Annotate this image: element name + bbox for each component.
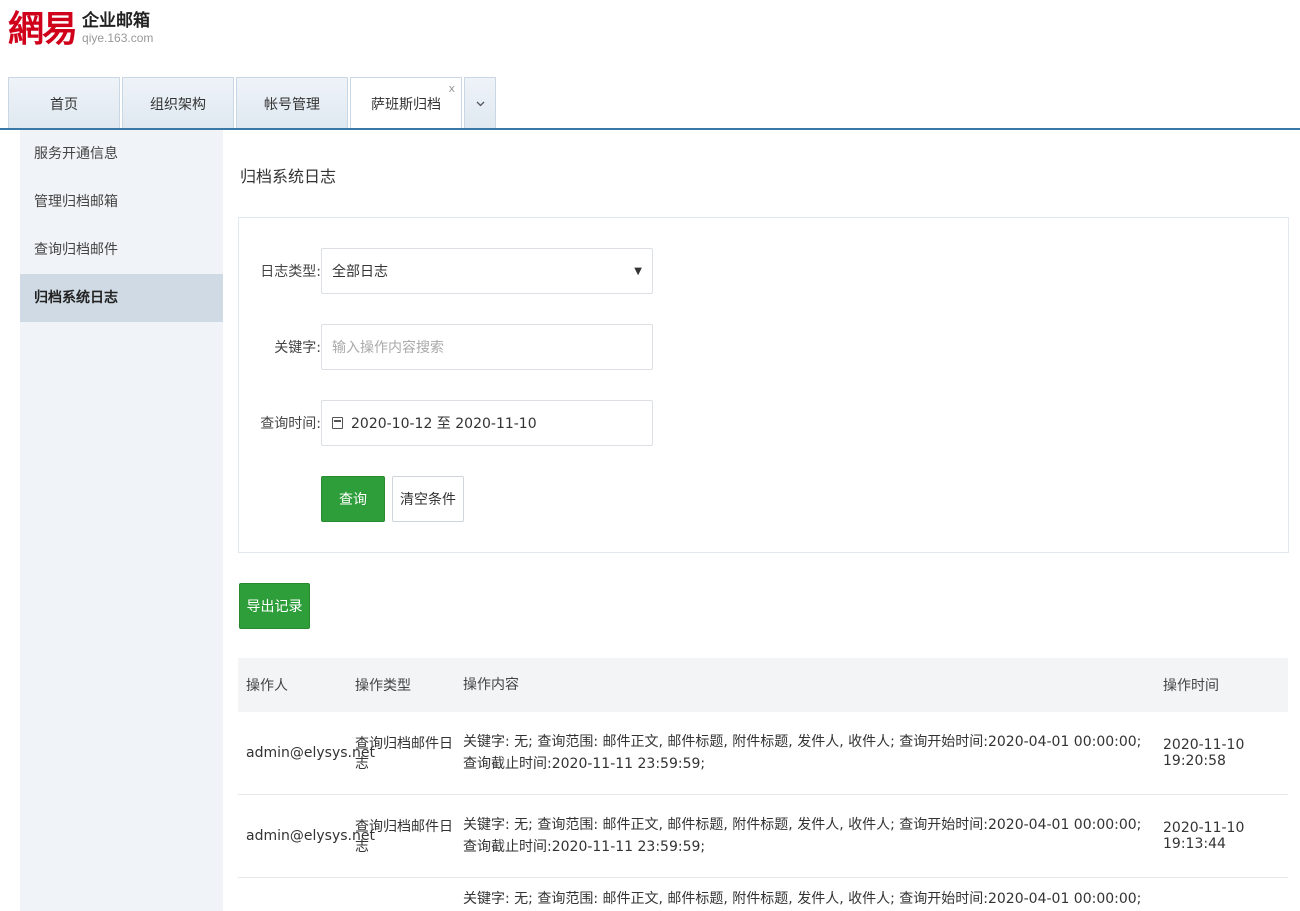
table-row: 关键字: 无; 查询范围: 邮件正文, 邮件标题, 附件标题, 发件人, 收件人… bbox=[238, 878, 1288, 911]
column-header-operator: 操作人 bbox=[246, 678, 288, 694]
date-range-picker[interactable]: 2020-10-12 至 2020-11-10 bbox=[321, 400, 653, 446]
table-row: admin@elysys.net 查询归档邮件日志 关键字: 无; 查询范围: … bbox=[238, 712, 1288, 795]
log-type-label: 日志类型: bbox=[260, 264, 321, 280]
tab-label: 首页 bbox=[50, 96, 78, 113]
column-header-content: 操作内容 bbox=[463, 677, 519, 693]
time-row: 查询时间: 2020-10-12 至 2020-11-10 bbox=[239, 400, 653, 446]
table-row: admin@elysys.net 查询归档邮件日志 关键字: 无; 查询范围: … bbox=[238, 795, 1288, 878]
brand-domain: qiye.163.com bbox=[82, 31, 154, 46]
tab-label: 萨班斯归档 bbox=[371, 97, 441, 113]
export-records-button[interactable]: 导出记录 bbox=[239, 583, 310, 629]
tab-account-management[interactable]: 帐号管理 bbox=[236, 77, 348, 129]
filter-panel: 日志类型: 全部日志 ▼ 关键字: 输入操作内容搜索 查询时间: 2020-10… bbox=[238, 217, 1289, 553]
keyword-input[interactable]: 输入操作内容搜索 bbox=[321, 324, 653, 370]
keyword-label: 关键字: bbox=[274, 340, 321, 356]
log-type-row: 日志类型: 全部日志 ▼ bbox=[239, 248, 653, 294]
filter-actions: 查询 清空条件 bbox=[321, 476, 464, 522]
table-header: 操作人 操作类型 操作内容 操作时间 bbox=[238, 658, 1288, 712]
cell-time: 2020-11-10 19:20:58 bbox=[1163, 737, 1245, 769]
keyword-placeholder: 输入操作内容搜索 bbox=[332, 340, 444, 356]
brand-logo[interactable]: 網易 企业邮箱 qiye.163.com bbox=[8, 4, 153, 54]
close-icon[interactable]: x bbox=[448, 82, 455, 95]
sidebar-item-archive-system-log[interactable]: 归档系统日志 bbox=[20, 274, 223, 322]
tab-more-button[interactable] bbox=[464, 77, 496, 129]
sidebar-item-manage-archive-mailbox[interactable]: 管理归档邮箱 bbox=[20, 178, 223, 226]
column-header-type: 操作类型 bbox=[355, 678, 411, 694]
query-button[interactable]: 查询 bbox=[321, 476, 385, 522]
chevron-down-icon bbox=[476, 101, 484, 106]
time-label: 查询时间: bbox=[260, 416, 321, 432]
netease-logo-mark: 網易 bbox=[8, 8, 78, 50]
tab-label: 帐号管理 bbox=[264, 96, 320, 113]
calendar-icon bbox=[332, 417, 343, 429]
keyword-row: 关键字: 输入操作内容搜索 bbox=[239, 324, 653, 370]
brand-text: 企业邮箱 qiye.163.com bbox=[82, 12, 153, 45]
cell-content: 关键字: 无; 查询范围: 邮件正文, 邮件标题, 附件标题, 发件人, 收件人… bbox=[463, 891, 1142, 907]
sidebar: 服务开通信息 管理归档邮箱 查询归档邮件 归档系统日志 bbox=[20, 130, 223, 911]
sidebar-item-service-info[interactable]: 服务开通信息 bbox=[20, 130, 223, 178]
sidebar-item-query-archive-mail[interactable]: 查询归档邮件 bbox=[20, 226, 223, 274]
log-table: 操作人 操作类型 操作内容 操作时间 admin@elysys.net 查询归档… bbox=[238, 658, 1288, 911]
cell-operator: admin@elysys.net bbox=[246, 745, 375, 761]
log-type-value: 全部日志 bbox=[332, 264, 388, 280]
tab-label: 组织架构 bbox=[150, 96, 206, 113]
cell-type: 查询归档邮件日志 bbox=[355, 819, 453, 855]
page-title: 归档系统日志 bbox=[240, 167, 337, 186]
caret-down-icon: ▼ bbox=[634, 265, 642, 277]
top-tab-bar: 首页 组织架构 帐号管理 萨班斯归档 x bbox=[8, 77, 496, 130]
column-header-time: 操作时间 bbox=[1163, 678, 1219, 694]
tab-home[interactable]: 首页 bbox=[8, 77, 120, 129]
tab-sox-archive[interactable]: 萨班斯归档 x bbox=[350, 77, 462, 130]
brand-title: 企业邮箱 bbox=[82, 11, 151, 32]
tab-organization[interactable]: 组织架构 bbox=[122, 77, 234, 129]
cell-content: 关键字: 无; 查询范围: 邮件正文, 邮件标题, 附件标题, 发件人, 收件人… bbox=[463, 734, 1142, 772]
cell-content: 关键字: 无; 查询范围: 邮件正文, 邮件标题, 附件标题, 发件人, 收件人… bbox=[463, 817, 1142, 855]
log-type-select[interactable]: 全部日志 ▼ bbox=[321, 248, 653, 294]
cell-type: 查询归档邮件日志 bbox=[355, 736, 453, 772]
cell-time: 2020-11-10 19:13:44 bbox=[1163, 820, 1245, 852]
clear-conditions-button[interactable]: 清空条件 bbox=[392, 476, 464, 522]
cell-operator: admin@elysys.net bbox=[246, 828, 375, 844]
date-range-value: 2020-10-12 至 2020-11-10 bbox=[351, 416, 537, 432]
